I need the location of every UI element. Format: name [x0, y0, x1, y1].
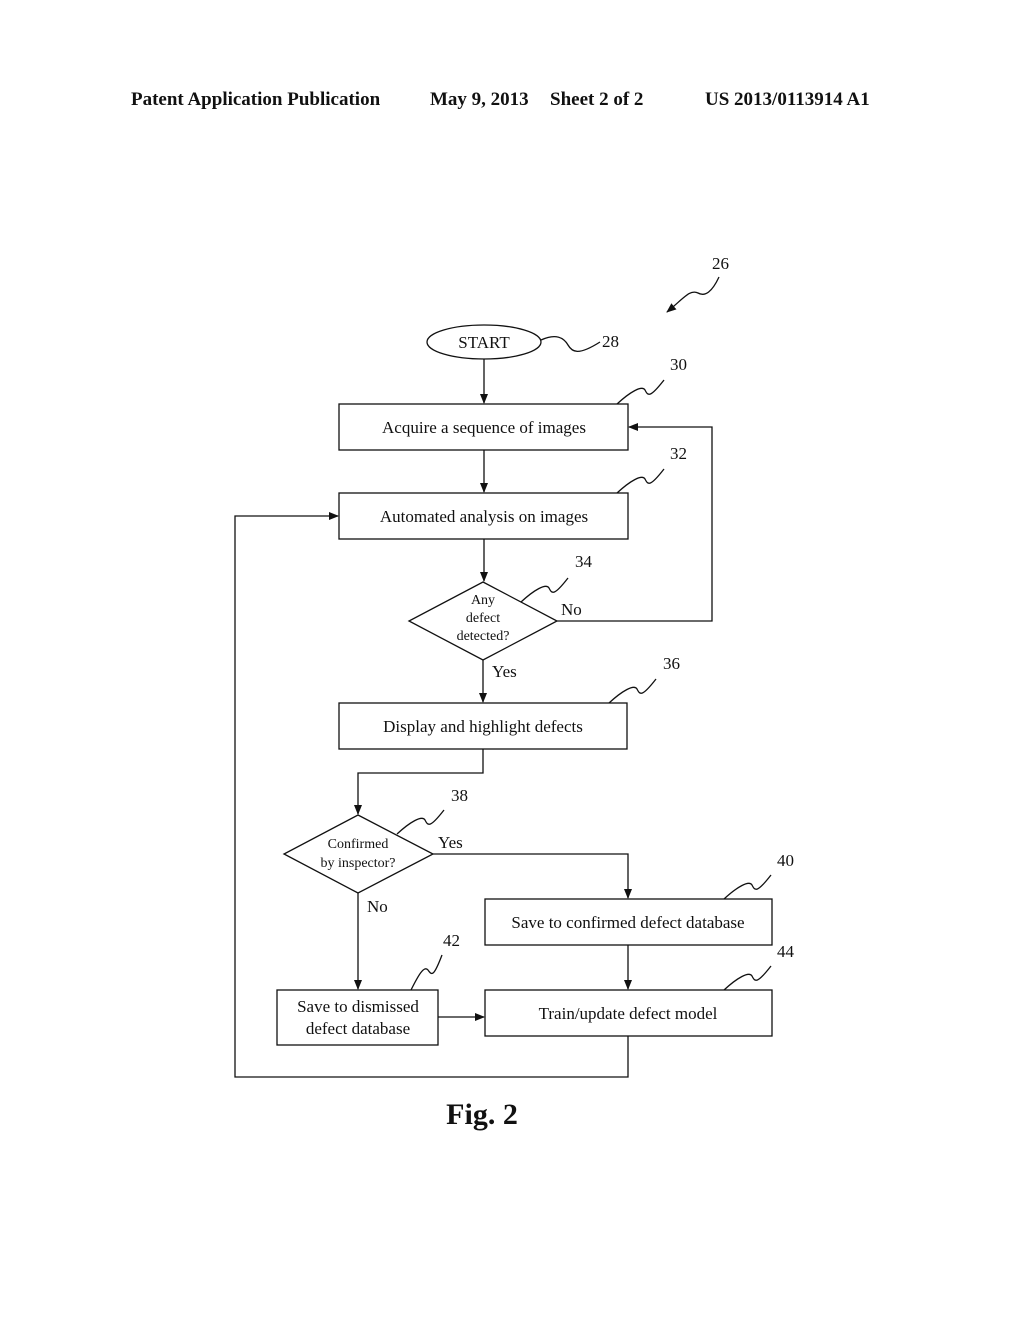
confirm-decision [282, 814, 435, 894]
edge-label-confirm-no: No [367, 897, 388, 916]
ref-42: 42 [443, 931, 460, 950]
save-dismissed-label-line1: Save to dismissed [297, 997, 419, 1016]
figure-caption: Fig. 2 [446, 1098, 518, 1131]
defect-question-line1: Any [471, 593, 495, 608]
start-label: START [458, 333, 510, 352]
ref-38-leader [396, 809, 445, 835]
ref-26-leader [666, 276, 720, 313]
edge-confirm-yes [433, 853, 632, 899]
ref-44: 44 [777, 942, 795, 961]
ref-34: 34 [575, 552, 593, 571]
confirm-question-line1: Confirmed [328, 837, 389, 852]
ref-34-leader [520, 577, 569, 603]
edge-label-defect-yes: Yes [492, 662, 517, 681]
ref-44-leader [723, 965, 772, 991]
ref-40: 40 [777, 851, 794, 870]
ref-36: 36 [663, 654, 680, 673]
ref-28: 28 [602, 332, 619, 351]
display-label: Display and highlight defects [383, 717, 583, 736]
edge-label-defect-no: No [561, 600, 582, 619]
analysis-label: Automated analysis on images [380, 507, 588, 526]
edge-label-confirm-yes: Yes [438, 833, 463, 852]
acquire-label: Acquire a sequence of images [382, 418, 586, 437]
ref-30: 30 [670, 355, 687, 374]
ref-32: 32 [670, 444, 687, 463]
ref-40-leader [723, 874, 772, 900]
train-label: Train/update defect model [539, 1004, 718, 1023]
ref-26: 26 [712, 254, 729, 273]
save-dismissed-label-line2: defect database [306, 1019, 410, 1038]
confirm-question-line2: by inspector? [320, 856, 395, 871]
defect-question-line2: defect [466, 611, 500, 626]
ref-30-leader [616, 379, 665, 405]
ref-32-leader [616, 468, 665, 494]
ref-36-leader [608, 678, 657, 704]
defect-question-line3: detected? [457, 629, 510, 644]
ref-42-leader [410, 954, 443, 991]
save-confirmed-label: Save to confirmed defect database [511, 913, 744, 932]
ref-38: 38 [451, 786, 468, 805]
ref-28-leader [540, 336, 601, 353]
